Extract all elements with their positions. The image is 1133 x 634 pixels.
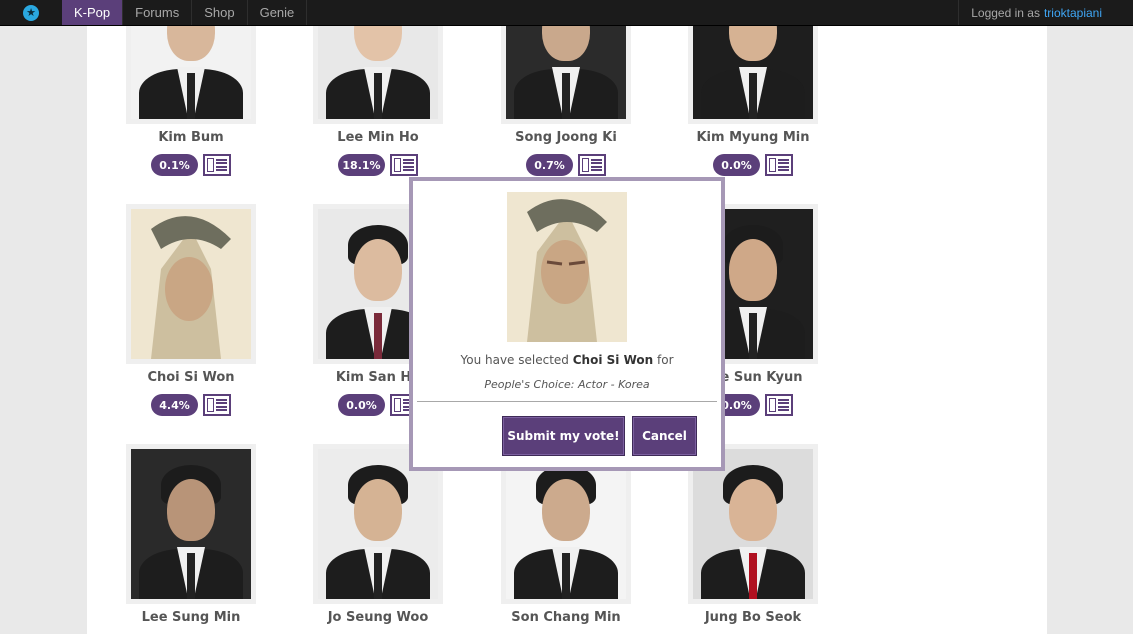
login-prefix: Logged in as bbox=[971, 5, 1040, 20]
profile-info-icon[interactable] bbox=[765, 394, 793, 416]
selected-actor-photo bbox=[507, 192, 627, 342]
vote-confirm-dialog: You have selected Choi Si Won for People… bbox=[409, 177, 725, 471]
actor-photo[interactable] bbox=[126, 204, 256, 364]
actor-name: Jo Seung Woo bbox=[327, 610, 429, 625]
actor-name: Jung Bo Seok bbox=[704, 610, 802, 625]
star-badge-icon: ★ bbox=[23, 4, 39, 21]
actor-name: Choi Si Won bbox=[147, 370, 235, 385]
site-logo[interactable]: ★ bbox=[0, 0, 62, 25]
vote-percent-badge: 0.0% bbox=[713, 154, 760, 176]
actor-name: Kim Bum bbox=[158, 130, 224, 145]
profile-info-icon[interactable] bbox=[765, 154, 793, 176]
selection-suffix: for bbox=[657, 353, 674, 367]
vote-percent-badge: 0.7% bbox=[526, 154, 573, 176]
vote-percent-badge: 0.0% bbox=[338, 394, 385, 416]
cancel-button[interactable]: Cancel bbox=[632, 416, 697, 456]
profile-info-icon[interactable] bbox=[578, 154, 606, 176]
vote-percent-badge: 0.1% bbox=[151, 154, 198, 176]
award-category: People's Choice: Actor - Korea bbox=[484, 378, 650, 391]
vote-percent-badge: 18.1% bbox=[338, 154, 385, 176]
actor-name: Song Joong Ki bbox=[515, 130, 617, 145]
username-link[interactable]: trioktapiani bbox=[1044, 6, 1102, 20]
actor-name: Kim Myung Min bbox=[696, 130, 810, 145]
dialog-divider bbox=[417, 401, 717, 402]
actor-name: Lee Min Ho bbox=[337, 130, 419, 145]
nav-shop[interactable]: Shop bbox=[191, 0, 246, 25]
nav-genie[interactable]: Genie bbox=[246, 0, 308, 25]
nav-forums[interactable]: Forums bbox=[122, 0, 191, 25]
submit-vote-button[interactable]: Submit my vote! bbox=[502, 416, 625, 456]
selection-prefix: You have selected bbox=[460, 353, 569, 367]
profile-info-icon[interactable] bbox=[390, 154, 418, 176]
selection-message: You have selected Choi Si Won for bbox=[413, 353, 721, 367]
selected-actor-name: Choi Si Won bbox=[572, 353, 654, 367]
actor-name: Lee Sung Min bbox=[141, 610, 241, 625]
top-nav-bar: ★ K-Pop Forums Shop Genie Logged in as t… bbox=[0, 0, 1133, 26]
nav-kpop[interactable]: K-Pop bbox=[62, 0, 123, 25]
profile-info-icon[interactable] bbox=[203, 154, 231, 176]
actor-name: Son Chang Min bbox=[511, 610, 621, 625]
actor-photo[interactable] bbox=[126, 444, 256, 604]
profile-info-icon[interactable] bbox=[203, 394, 231, 416]
login-status: Logged in as trioktapiani bbox=[958, 0, 1133, 25]
vote-percent-badge: 4.4% bbox=[151, 394, 198, 416]
